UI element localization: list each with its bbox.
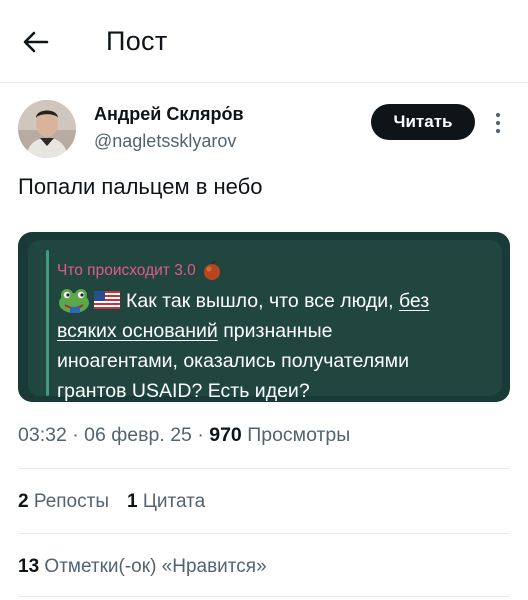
- more-options-button[interactable]: [488, 110, 508, 136]
- apple-icon: [203, 261, 220, 280]
- quoted-message: Что происходит 3.0 Как так вышло, что вс…: [28, 240, 502, 402]
- post-time[interactable]: 03:32: [18, 424, 67, 446]
- us-flag-icon: [94, 291, 120, 309]
- reposts-count: 2: [18, 491, 29, 512]
- emoji-group: [57, 287, 120, 313]
- likes-count: 13: [18, 556, 40, 577]
- meta-separator: ·: [72, 424, 79, 446]
- quote-line-3: иноагентами, оказались получателями: [57, 350, 409, 372]
- more-vertical-icon: [495, 112, 501, 134]
- views-count: 970: [209, 424, 242, 446]
- quote-accent-bar: [46, 250, 49, 396]
- repost-quote-stats: 2 Репосты 1 Цитата: [18, 491, 205, 513]
- views-label: Просмотры: [247, 424, 351, 446]
- divider: [18, 596, 510, 597]
- quote-source-label: Что происходит 3.0: [57, 262, 196, 279]
- quote-link-2[interactable]: всяких оснований: [57, 320, 218, 342]
- header: Пост: [0, 0, 528, 83]
- quote-line-1: Как так вышло, что все люди,: [126, 290, 394, 312]
- quoted-card[interactable]: Что происходит 3.0 Как так вышло, что вс…: [18, 232, 510, 402]
- frog-emoji-icon: [59, 289, 89, 313]
- divider: [18, 533, 510, 534]
- post-meta: 03:32 · 06 февр. 25 · 970 Просмотры: [18, 424, 350, 447]
- author-handle[interactable]: @nagletssklyarov: [94, 131, 236, 152]
- reposts-stat[interactable]: 2 Репосты: [18, 491, 109, 513]
- author-name[interactable]: Андрей Скляро́в: [94, 104, 244, 125]
- follow-button[interactable]: Читать: [371, 104, 475, 140]
- avatar[interactable]: [18, 100, 76, 158]
- quotes-stat[interactable]: 1 Цитата: [127, 491, 205, 513]
- post-page: Пост Андрей Скляро́в @nagletssklyarov Чи…: [0, 0, 528, 600]
- quotes-label: Цитата: [142, 491, 206, 512]
- divider: [18, 468, 510, 469]
- quote-source: Что происходит 3.0: [57, 261, 222, 281]
- quote-body: Как так вышло, что все люди, без всяких …: [57, 286, 503, 402]
- page-title: Пост: [106, 26, 168, 56]
- quote-line-2: признанные: [223, 320, 333, 342]
- back-button[interactable]: [20, 26, 52, 58]
- reposts-label: Репосты: [33, 491, 109, 512]
- likes-label: Отметки(-ок) «Нравится»: [44, 556, 267, 577]
- quote-link-1[interactable]: без: [399, 290, 429, 312]
- likes-stats: 13 Отметки(-ок) «Нравится»: [18, 556, 267, 578]
- meta-separator: ·: [197, 424, 204, 446]
- tweet-text: Попали пальцем в небо: [18, 174, 263, 199]
- quote-line-4: грантов USAID? Есть идеи?: [57, 380, 310, 402]
- quotes-count: 1: [126, 491, 138, 512]
- likes-stat[interactable]: 13 Отметки(-ок) «Нравится»: [18, 556, 267, 578]
- arrow-left-icon: [23, 31, 49, 53]
- post-date[interactable]: 06 февр. 25: [84, 424, 192, 446]
